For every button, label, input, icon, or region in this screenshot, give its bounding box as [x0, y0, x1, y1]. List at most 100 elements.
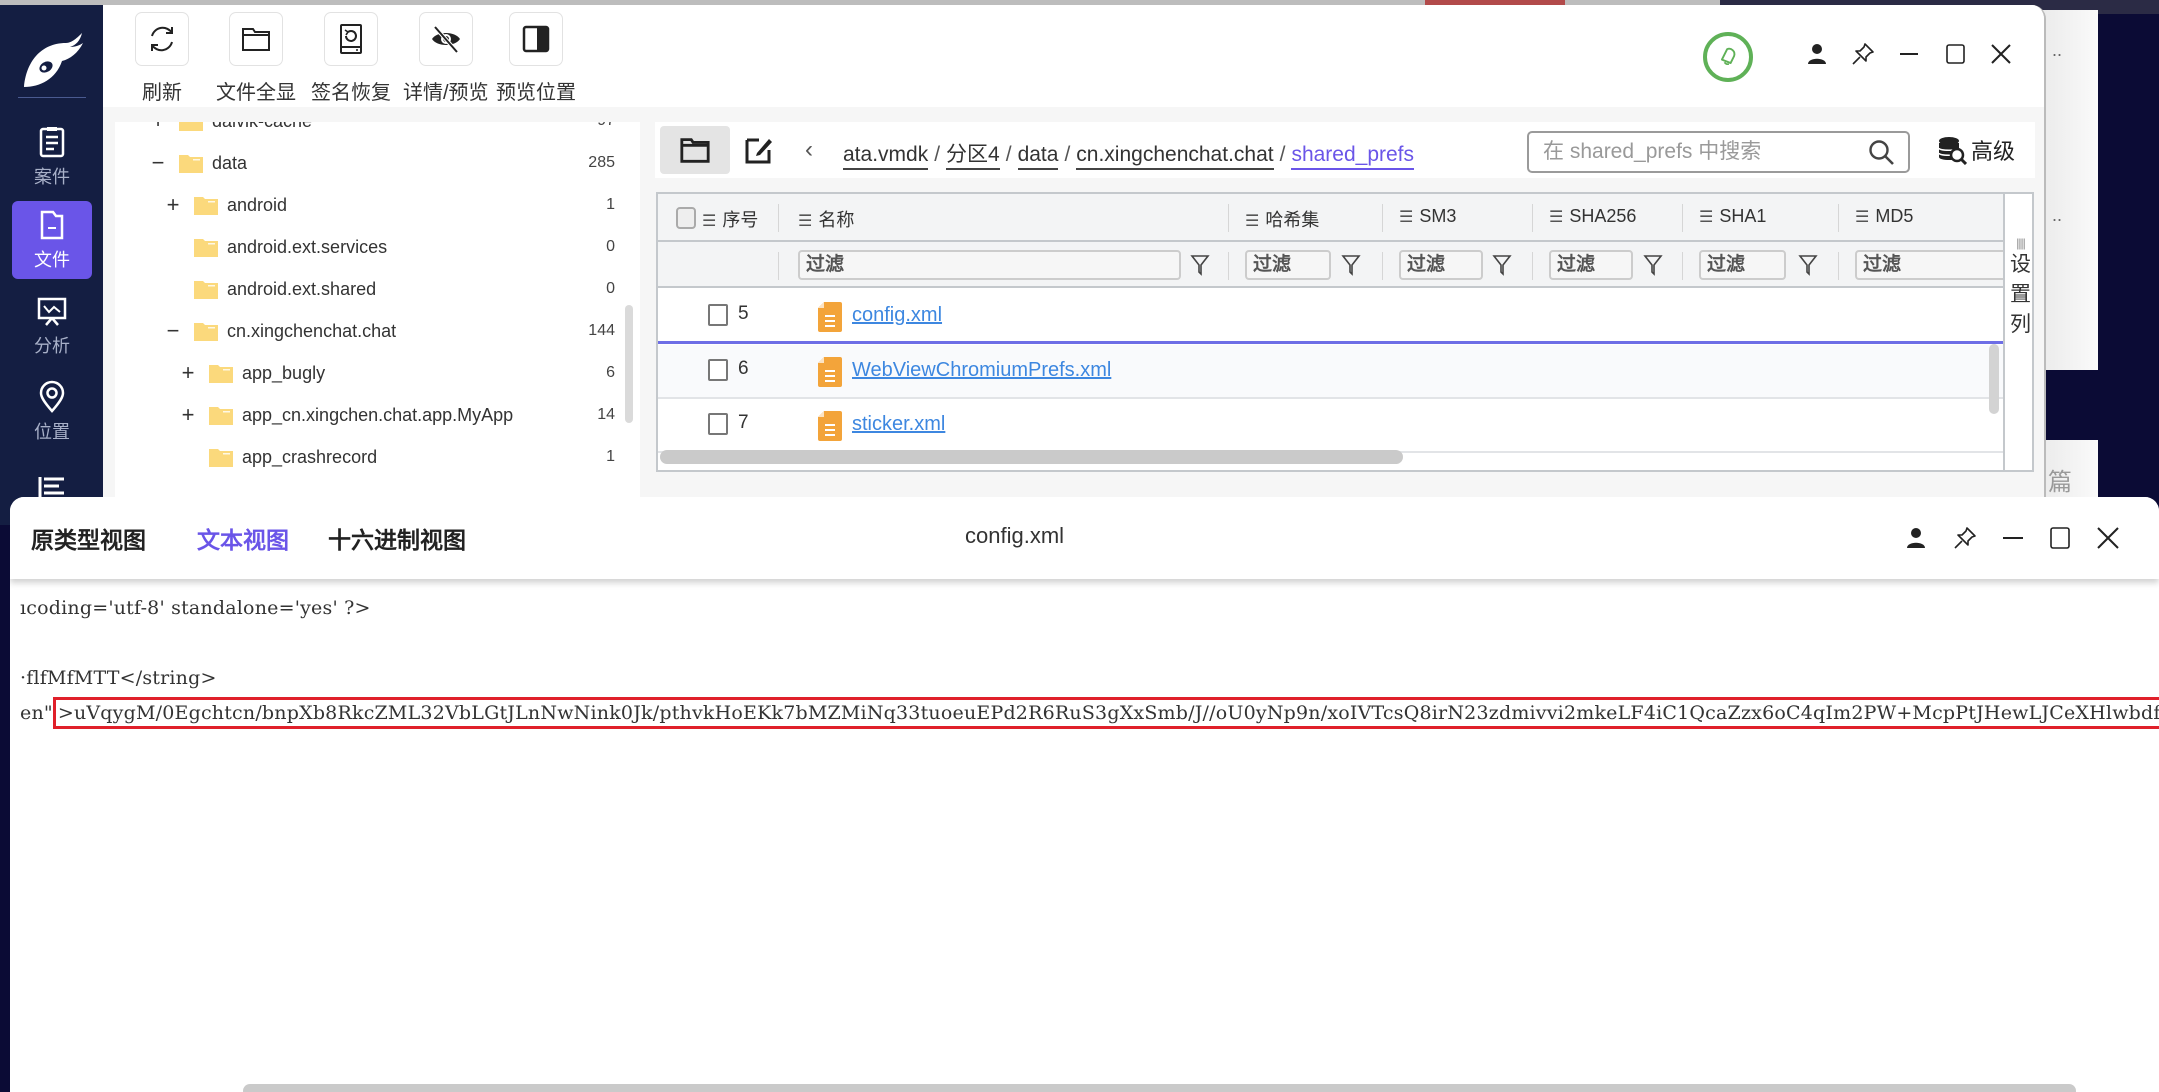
breadcrumb-segment[interactable]: data — [1017, 143, 1059, 170]
breadcrumb-segment[interactable]: cn.xingchenchat.chat — [1076, 143, 1274, 170]
filter-icon[interactable] — [1798, 254, 1818, 276]
tree-node[interactable]: + android 1 — [115, 184, 640, 226]
user-icon — [1808, 44, 1826, 64]
tab-native-view[interactable]: 原类型视图 — [31, 521, 146, 555]
refresh-button[interactable]: 刷新 — [135, 12, 189, 105]
preview-position-button[interactable]: 预览位置 — [496, 12, 576, 105]
file-name-link[interactable]: WebViewChromiumPrefs.xml — [852, 359, 1111, 382]
column-header-sha256[interactable]: ☰ SHA256 — [1549, 206, 1636, 227]
tree-node-count: 285 — [588, 154, 615, 171]
table-row[interactable]: 6 WebViewChromiumPrefs.xml — [658, 345, 2003, 399]
tree-scrollbar[interactable] — [625, 305, 633, 423]
column-header-md5[interactable]: ☰ MD5 — [1855, 206, 1913, 227]
text-line: ıcoding='utf-8' standalone='yes' ?> — [20, 597, 371, 619]
pin-icon — [1852, 43, 1874, 65]
user-button[interactable] — [1803, 40, 1831, 68]
column-header-index[interactable]: ☰ 序号 — [702, 206, 758, 232]
search-input[interactable] — [1543, 140, 1843, 164]
pin-button[interactable] — [1849, 40, 1877, 68]
tree-node[interactable]: + dalvik-cache 97 — [115, 122, 640, 142]
row-checkbox[interactable] — [708, 359, 728, 381]
tree-node[interactable]: − cn.xingchenchat.chat 144 — [115, 310, 640, 352]
viewer-horizontal-scrollbar[interactable] — [243, 1084, 2076, 1092]
filter-input-sha256[interactable]: 过滤 — [1549, 250, 1633, 280]
viewer-pin-button[interactable] — [1951, 524, 1979, 552]
tree-node[interactable]: app_crashrecord 1 — [115, 436, 640, 478]
sidebar-item-label: 分析 — [34, 336, 70, 356]
row-checkbox[interactable] — [708, 413, 728, 435]
viewer-close-button[interactable] — [2094, 524, 2122, 552]
tree-node[interactable]: + app_cn.xingchen.chat.app.MyApp 14 — [115, 394, 640, 436]
tab-hex-view[interactable]: 十六进制视图 — [328, 521, 466, 555]
expand-icon[interactable]: + — [150, 122, 166, 134]
advanced-search-button[interactable]: 高级 — [1937, 134, 2015, 166]
tree-node-count: 1 — [606, 448, 615, 465]
filter-input-hashset[interactable]: 过滤 — [1245, 250, 1331, 280]
sidebar-item-case[interactable]: 案件 — [12, 118, 92, 196]
sidebar-item-file[interactable]: 文件 — [12, 201, 92, 279]
file-name-link[interactable]: config.xml — [852, 304, 942, 327]
column-header-sm3[interactable]: ☰ SM3 — [1399, 206, 1456, 227]
filter-input-sm3[interactable]: 过滤 — [1399, 250, 1483, 280]
column-label: 哈希集 — [1265, 210, 1320, 230]
collapse-icon[interactable]: − — [165, 318, 181, 344]
tab-text-view[interactable]: 文本视图 — [197, 521, 289, 555]
notification-button[interactable] — [1703, 32, 1753, 82]
filter-icon[interactable] — [1190, 254, 1210, 276]
filter-input-name[interactable]: 过滤 — [798, 250, 1181, 280]
column-header-hashset[interactable]: ☰ 哈希集 — [1245, 206, 1319, 232]
close-button[interactable] — [1987, 40, 2015, 68]
select-all-checkbox[interactable] — [676, 207, 696, 229]
sidebar-item-analysis[interactable]: 分析 — [12, 287, 92, 365]
column-menu-icon: ☰ — [1549, 209, 1564, 226]
tree-node-label: android.ext.shared — [227, 278, 377, 299]
table-row[interactable]: 7 sticker.xml — [658, 399, 2003, 453]
tree-node-label: data — [212, 152, 248, 173]
breadcrumb-segment[interactable]: 分区4 — [946, 143, 1000, 170]
search-icon[interactable] — [1868, 139, 1896, 167]
tree-node[interactable]: − data 285 — [115, 142, 640, 184]
viewer-user-button[interactable] — [1902, 524, 1930, 552]
path-back-button[interactable]: ‹ — [805, 136, 813, 164]
edit-icon[interactable] — [743, 134, 775, 166]
breadcrumb-current[interactable]: shared_prefs — [1291, 143, 1415, 170]
column-settings-button[interactable]: |||| 设 置 列 — [2003, 194, 2032, 470]
row-checkbox[interactable] — [708, 304, 728, 326]
filter-input-sha1[interactable]: 过滤 — [1699, 250, 1786, 280]
table-horizontal-scrollbar[interactable] — [660, 450, 1403, 464]
table-row[interactable]: 5 config.xml — [658, 290, 2003, 344]
expand-icon[interactable]: + — [180, 360, 196, 386]
table-vertical-scrollbar[interactable] — [1989, 344, 1999, 414]
column-header-sha1[interactable]: ☰ SHA1 — [1699, 206, 1766, 227]
column-header-name[interactable]: ☰ 名称 — [798, 206, 854, 232]
tree-node[interactable]: + app_bugly 6 — [115, 352, 640, 394]
show-all-files-button[interactable]: 文件全显 — [216, 12, 296, 105]
folder-view-button[interactable] — [660, 126, 730, 174]
tree-node[interactable]: android.ext.services 0 — [115, 226, 640, 268]
file-name-link[interactable]: sticker.xml — [852, 413, 945, 436]
filter-icon[interactable] — [1492, 254, 1512, 276]
filter-icon[interactable] — [1341, 254, 1361, 276]
file-icon — [40, 210, 64, 240]
minimize-button[interactable] — [1895, 40, 1923, 68]
filter-input-md5[interactable]: 过滤 — [1855, 250, 2015, 280]
maximize-button[interactable] — [1941, 40, 1969, 68]
breadcrumb-separator: / — [1005, 143, 1012, 166]
file-viewer-window: 原类型视图 文本视图 十六进制视图 config.xml ıcoding='ut… — [10, 497, 2159, 1092]
tree-node[interactable]: android.ext.shared 0 — [115, 268, 640, 310]
viewer-minimize-button[interactable] — [1999, 524, 2027, 552]
folder-icon — [209, 449, 233, 467]
viewer-maximize-button[interactable] — [2046, 524, 2074, 552]
collapse-icon[interactable]: − — [150, 150, 166, 176]
advanced-label: 高级 — [1971, 139, 2016, 164]
sidebar: 案件 文件 分析 位置 — [0, 5, 103, 525]
filter-icon[interactable] — [1643, 254, 1663, 276]
sidebar-item-location[interactable]: 位置 — [12, 373, 92, 451]
expand-icon[interactable]: + — [180, 402, 196, 428]
signature-restore-button[interactable]: 签名恢复 — [311, 12, 391, 105]
expand-icon[interactable]: + — [165, 192, 181, 218]
show-all-files-label: 文件全显 — [216, 82, 296, 104]
folder-icon — [194, 197, 218, 215]
breadcrumb-segment[interactable]: ata.vmdk — [843, 143, 929, 170]
details-preview-button[interactable]: 详情/预览 — [403, 12, 489, 105]
